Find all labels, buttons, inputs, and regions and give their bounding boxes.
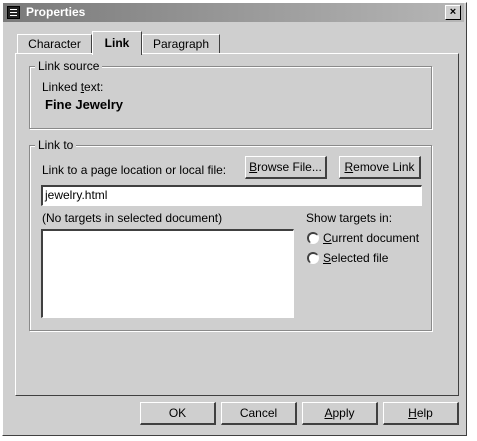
ok-button[interactable]: OK bbox=[140, 402, 216, 425]
targets-label: (No targets in selected document) bbox=[42, 211, 223, 225]
link-url-value: jewelry.html bbox=[45, 188, 108, 202]
show-targets-label: Show targets in: bbox=[306, 211, 393, 225]
link-url-input[interactable]: jewelry.html bbox=[41, 185, 422, 206]
tab-link[interactable]: Link bbox=[92, 31, 142, 55]
radio-current-document-label[interactable]: Current document bbox=[323, 231, 419, 245]
cancel-button[interactable]: Cancel bbox=[221, 402, 297, 425]
app-icon bbox=[7, 6, 20, 19]
window-title: Properties bbox=[26, 5, 86, 19]
tab-character[interactable]: Character bbox=[17, 34, 92, 53]
remove-link-button[interactable]: Remove Link bbox=[339, 156, 421, 179]
link-source-legend: Link source bbox=[35, 59, 103, 73]
browse-file-button[interactable]: Browse File... bbox=[245, 156, 327, 179]
close-button[interactable]: × bbox=[445, 5, 461, 20]
help-button[interactable]: Help bbox=[383, 402, 459, 425]
tab-paragraph[interactable]: Paragraph bbox=[142, 34, 220, 53]
radio-selected-file[interactable] bbox=[307, 252, 319, 264]
apply-button[interactable]: Apply bbox=[302, 402, 378, 425]
targets-list[interactable] bbox=[41, 229, 294, 318]
radio-current-document[interactable] bbox=[307, 232, 319, 244]
title-bar[interactable]: Properties × bbox=[3, 3, 464, 22]
link-to-prompt: Link to a page location or local file: bbox=[42, 163, 227, 177]
radio-selected-file-label[interactable]: Selected file bbox=[323, 251, 388, 265]
link-to-legend: Link to bbox=[35, 138, 77, 152]
linked-text-label: Linked text: bbox=[42, 80, 104, 94]
linked-text-value: Fine Jewelry bbox=[45, 97, 124, 112]
